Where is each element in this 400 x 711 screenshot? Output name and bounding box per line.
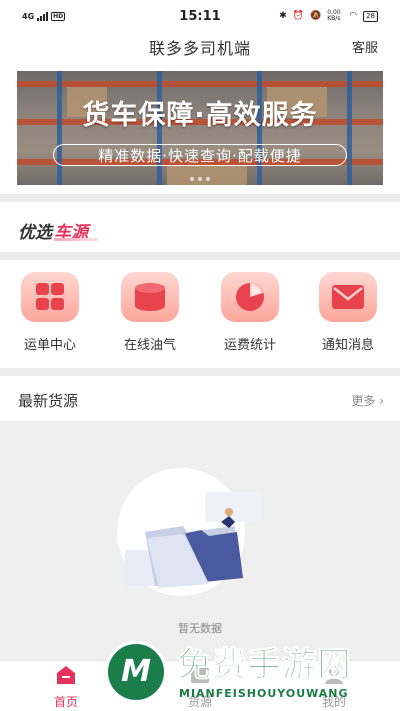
tab-home[interactable]: 首页 (26, 665, 106, 710)
wifi-icon: ◠ (349, 11, 358, 21)
pie-chart-icon (221, 272, 279, 322)
page-title: 联多多司机端 (148, 39, 251, 58)
featured-vehicles-header: 优选 车源 (0, 202, 400, 252)
status-bar: 4G HD 15:11 ✱ ⏰ 🔕 0.00 KB/s ◠ 28 (0, 0, 400, 32)
function-menu: 运单中心 在线油气 运费统计 通知消息 (0, 260, 400, 368)
system-indicators: ✱ ⏰ 🔕 0.00 KB/s ◠ 28 (279, 10, 378, 22)
chevron-right-icon: › (379, 394, 384, 408)
empty-state: 暂无数据 (0, 422, 400, 660)
menu-item-waybill-center[interactable]: 运单中心 (10, 272, 90, 353)
envelope-icon (319, 272, 377, 322)
carousel-dot[interactable] (206, 177, 210, 181)
watermark-title: 免费手游网 (177, 645, 352, 686)
mute-icon: 🔕 (310, 11, 322, 21)
banner-subline: 精准数据·快速查询·配载便捷 (98, 147, 302, 165)
top-navigation: 联多多司机端 客服 (0, 32, 400, 62)
menu-item-label: 运费统计 (223, 338, 276, 353)
more-link[interactable]: 更多 › (351, 392, 384, 409)
latest-cargo-header: 最新货源 更多 › (0, 376, 400, 422)
site-watermark: M 免费手游网 MIANFEISHOUYOUWANG (105, 637, 395, 711)
empty-folder-illustration (125, 492, 261, 588)
section-title-part1: 优选 (18, 223, 52, 243)
battery-icon: 28 (363, 10, 378, 22)
banner-headline: 货车保障·高效服务 (82, 100, 318, 131)
menu-item-notifications[interactable]: 通知消息 (308, 272, 388, 353)
customer-service-button[interactable]: 客服 (352, 37, 378, 56)
carousel-dots (17, 177, 383, 181)
menu-item-label: 通知消息 (321, 338, 374, 353)
cylinder-icon (121, 272, 179, 322)
net-speed: 0.00 KB/s (327, 9, 341, 22)
watermark-logo: M (105, 641, 167, 703)
more-label: 更多 (351, 394, 376, 408)
watermark-subtitle: MIANFEISHOUYOUWANG (179, 687, 349, 700)
carousel-dot[interactable] (198, 177, 202, 181)
home-icon (57, 666, 75, 684)
carousel-dot[interactable] (190, 177, 194, 181)
tab-label: 首页 (53, 695, 78, 709)
banner-carousel[interactable]: 货车保障·高效服务 精准数据·快速查询·配载便捷 (17, 71, 383, 185)
watermark-logo-letter: M (121, 654, 151, 689)
alarm-icon: ⏰ (292, 11, 304, 21)
menu-item-online-fuel[interactable]: 在线油气 (110, 272, 190, 353)
bluetooth-icon: ✱ (279, 11, 287, 21)
grid-icon (21, 272, 79, 322)
menu-item-freight-stats[interactable]: 运费统计 (210, 272, 290, 353)
menu-item-label: 运单中心 (23, 338, 76, 353)
section-underline (54, 238, 98, 241)
banner-section: 货车保障·高效服务 精准数据·快速查询·配载便捷 (0, 62, 400, 194)
empty-message: 暂无数据 (178, 622, 222, 635)
latest-cargo-title: 最新货源 (18, 392, 79, 410)
menu-item-label: 在线油气 (123, 338, 176, 353)
cargo-box (167, 165, 247, 185)
